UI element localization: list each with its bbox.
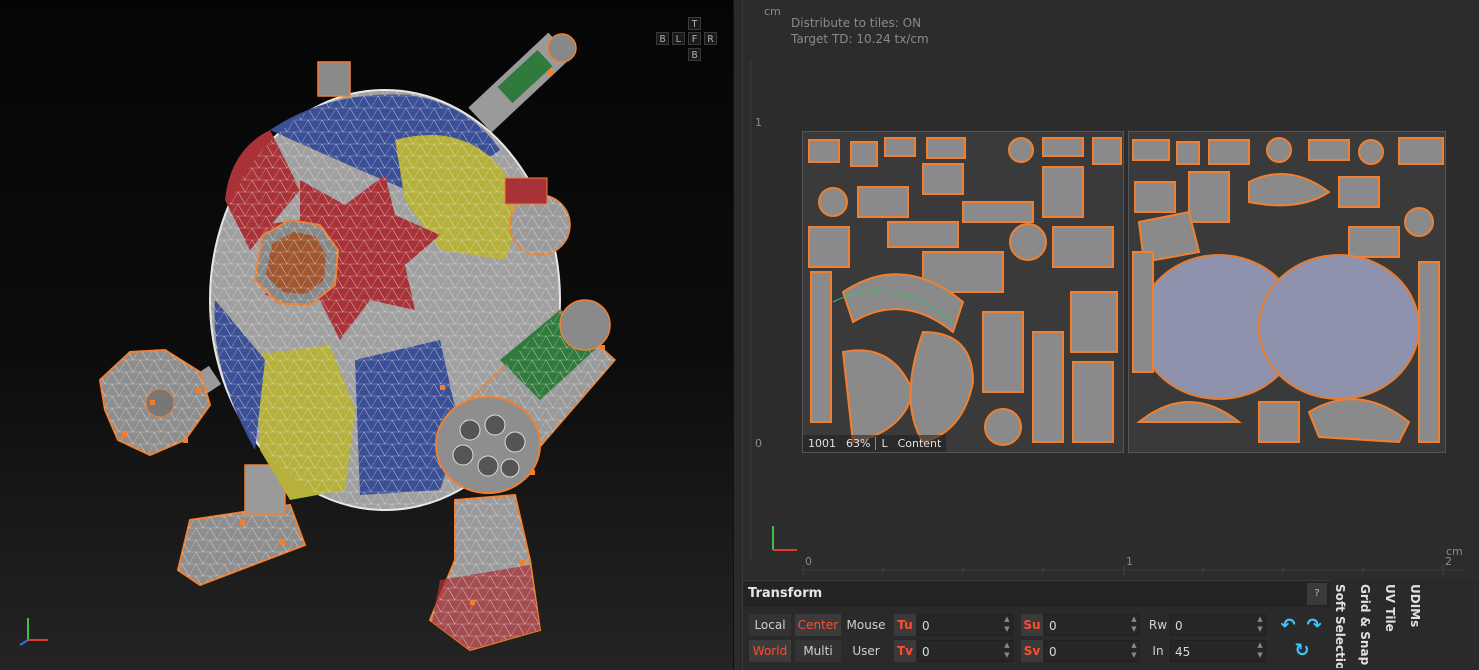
sv-input[interactable]: 0: [1044, 640, 1140, 662]
world-space-button[interactable]: World: [749, 640, 791, 662]
help-button[interactable]: ?: [1307, 583, 1327, 605]
transform-panel: Transform ? Local World Center Multi Mou…: [743, 580, 1330, 670]
tile-mode: L: [881, 437, 888, 450]
tile-mode-text: Content: [897, 437, 942, 450]
sv-label: Sv: [1021, 640, 1043, 662]
transform-panel-header[interactable]: Transform ?: [743, 581, 1330, 607]
tu-spinner-icon[interactable]: ▲ ▼: [1002, 614, 1012, 636]
tab-uv-tile[interactable]: UV Tile: [1383, 584, 1397, 668]
tab-udims[interactable]: UDIMs: [1408, 584, 1422, 668]
in-label: In: [1152, 644, 1164, 658]
tv-label: Tv: [894, 640, 916, 662]
uv-tile-1001[interactable]: 1001 63% L Content: [802, 131, 1124, 453]
in-spinner-icon[interactable]: ▲ ▼: [1255, 640, 1265, 662]
su-label: Su: [1021, 614, 1043, 636]
in-input[interactable]: 45: [1170, 640, 1266, 662]
tu-label: Tu: [894, 614, 916, 636]
center-pivot-button[interactable]: Center: [795, 614, 841, 636]
tv-spinner-icon[interactable]: ▲ ▼: [1002, 640, 1012, 662]
tv-input[interactable]: 0: [917, 640, 1013, 662]
3d-viewport[interactable]: T B L F R B: [0, 0, 733, 670]
su-input[interactable]: 0: [1044, 614, 1140, 636]
axis-gizmo-icon: [19, 618, 48, 646]
view-front[interactable]: F: [688, 32, 701, 45]
view-bottom[interactable]: B: [688, 48, 701, 61]
rw-label: Rw: [1148, 618, 1168, 632]
left-arm: [98, 348, 222, 457]
right-foot: [428, 493, 542, 652]
local-space-button[interactable]: Local: [749, 614, 791, 636]
tu-input[interactable]: 0: [917, 614, 1013, 636]
tile-number: 1001: [808, 437, 836, 450]
view-back[interactable]: B: [656, 32, 669, 45]
view-right[interactable]: R: [704, 32, 717, 45]
tile-status-bar: 1001 63% L Content: [803, 435, 947, 452]
uv-editor-viewport[interactable]: cm Distribute to tiles: ON Target TD: 10…: [743, 0, 1479, 580]
tab-soft-selection[interactable]: Soft Selectio: [1333, 584, 1347, 668]
rotate-cw-icon[interactable]: ↷: [1303, 616, 1325, 636]
user-pivot-button[interactable]: User: [843, 640, 889, 662]
side-tab-strip: Soft Selectio Grid & Snap UV Tile UDIMs: [1330, 580, 1479, 670]
view-top[interactable]: T: [688, 17, 701, 30]
rotate-ccw-icon[interactable]: ↶: [1277, 616, 1299, 636]
tab-grid-snap[interactable]: Grid & Snap: [1358, 584, 1372, 668]
rotate-step-icon[interactable]: ↻: [1291, 641, 1313, 661]
viewport-splitter[interactable]: [733, 0, 743, 670]
mouse-pivot-button[interactable]: Mouse: [843, 614, 889, 636]
view-left[interactable]: L: [672, 32, 685, 45]
uv-tile-1002[interactable]: [1128, 131, 1446, 453]
transform-title: Transform: [748, 586, 823, 601]
rw-spinner-icon[interactable]: ▲ ▼: [1255, 614, 1265, 636]
tile-zoom: 63%: [846, 437, 871, 450]
robot-mesh[interactable]: [0, 0, 733, 670]
uv-islands-1002: [1132, 137, 1444, 444]
rw-input[interactable]: 0: [1170, 614, 1266, 636]
su-spinner-icon[interactable]: ▲ ▼: [1129, 614, 1139, 636]
multi-pivot-button[interactable]: Multi: [795, 640, 841, 662]
uv-islands-1001: [808, 137, 1122, 446]
sv-spinner-icon[interactable]: ▲ ▼: [1129, 640, 1139, 662]
uv-axis-gizmo-icon: [772, 526, 797, 551]
